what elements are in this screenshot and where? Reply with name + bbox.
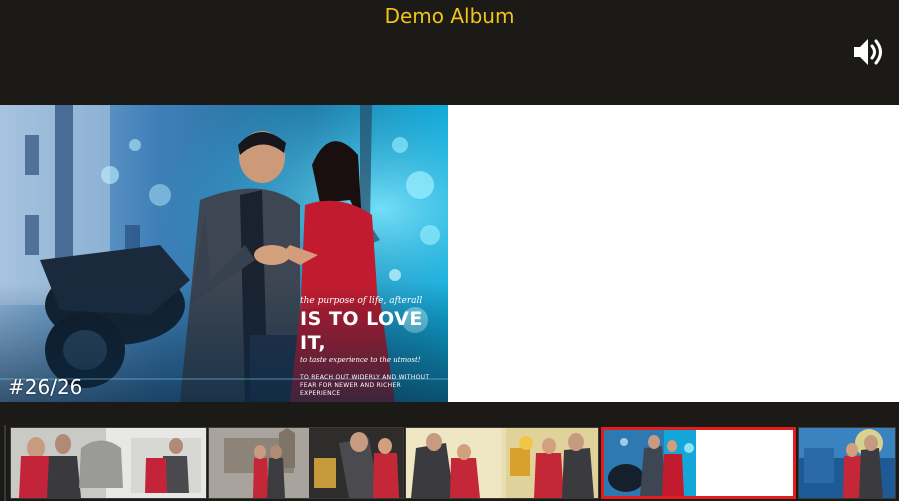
thumbnail-4-selected[interactable] — [601, 427, 796, 499]
strip-edge — [4, 425, 6, 501]
thumbnail-2[interactable] — [208, 427, 404, 499]
quote-line-4: TO REACH OUT WIDERLY AND WITHOUT FEAR FO… — [300, 374, 430, 397]
page-counter: #26/26 — [8, 375, 83, 399]
album-page-blank[interactable] — [448, 105, 899, 402]
thumbnail-1[interactable] — [10, 427, 207, 499]
photo-quote: the purpose of life, afterall IS TO LOVE… — [300, 295, 430, 398]
thumbnail-strip[interactable] — [0, 425, 899, 501]
thumbnail-image — [604, 430, 793, 496]
quote-line-3: to taste experience to the utmost! — [300, 356, 421, 364]
thumbnail-image — [11, 428, 206, 498]
album-title: Demo Album — [384, 4, 515, 28]
album-page-photo[interactable]: the purpose of life, afterall IS TO LOVE… — [0, 105, 448, 402]
quote-line-2: IS TO LOVE IT, — [300, 308, 423, 354]
thumbnail-image — [799, 428, 895, 498]
volume-button[interactable] — [852, 36, 886, 68]
thumbnail-5[interactable] — [798, 427, 896, 499]
album-spread[interactable]: the purpose of life, afterall IS TO LOVE… — [0, 105, 899, 402]
album-viewer-screen: Demo Album the purpose of life, afterall… — [0, 0, 899, 501]
thumbnail-3[interactable] — [405, 427, 599, 499]
quote-line-1: the purpose of life, afterall — [300, 296, 423, 306]
thumbnail-image — [209, 428, 403, 498]
volume-icon — [854, 39, 882, 65]
thumbnail-image — [406, 428, 598, 498]
